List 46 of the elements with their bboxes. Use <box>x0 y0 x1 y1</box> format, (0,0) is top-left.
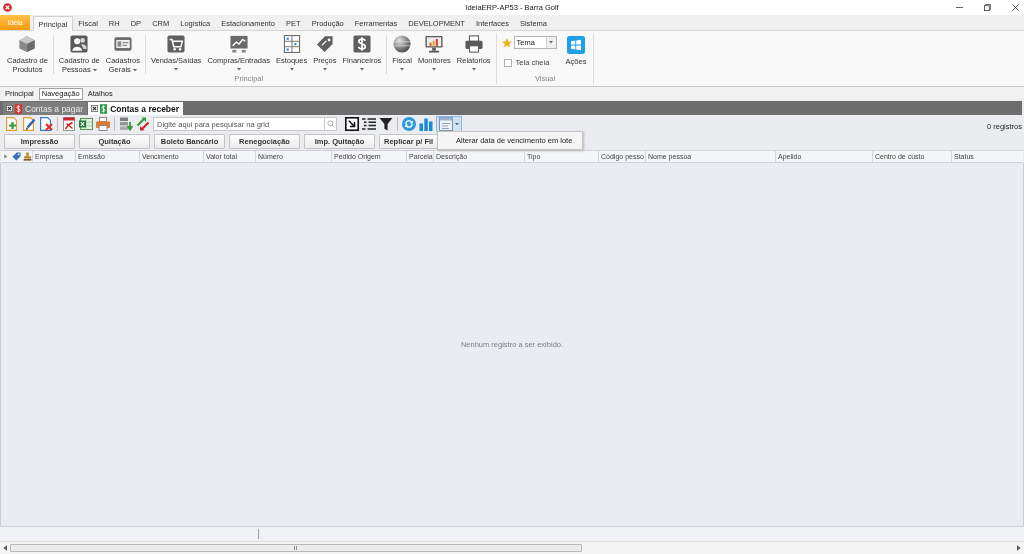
shelves-icon <box>282 35 301 53</box>
document-tab[interactable]: Contas a pagar <box>3 102 88 115</box>
id-card-icon <box>113 35 132 53</box>
search-icon <box>326 120 335 128</box>
app-logo-icon <box>3 3 12 12</box>
add-document-icon[interactable] <box>5 117 19 131</box>
refresh-icon[interactable] <box>402 117 416 131</box>
filter-icon[interactable] <box>379 117 393 131</box>
close-icon[interactable] <box>91 105 99 112</box>
horizontal-scrollbar[interactable] <box>0 541 1024 554</box>
expand-icon[interactable] <box>345 117 359 131</box>
close-icon[interactable] <box>1012 4 1019 11</box>
print-icon[interactable] <box>96 117 110 131</box>
box-icon <box>18 35 37 53</box>
star-icon <box>501 37 512 48</box>
caret-icon <box>549 41 554 44</box>
stack-arrow-icon[interactable] <box>119 117 133 131</box>
delete-icon[interactable] <box>39 117 53 131</box>
pdf-document-icon[interactable] <box>62 117 76 131</box>
window-grid-icon <box>567 36 586 54</box>
document-tab[interactable]: Contas a receber <box>88 102 184 115</box>
bar-chart-icon[interactable] <box>419 117 433 131</box>
spreadsheet-icon[interactable] <box>79 117 93 131</box>
price-tag-icon <box>315 35 334 53</box>
cart-icon <box>167 35 186 53</box>
tag-icon[interactable] <box>12 152 21 161</box>
restore-icon[interactable] <box>984 4 991 11</box>
close-icon[interactable] <box>6 105 13 112</box>
people-icon <box>70 35 89 53</box>
caret-icon <box>455 122 459 126</box>
edit-icon[interactable] <box>22 117 36 131</box>
globe-icon <box>393 35 412 53</box>
monitor-icon <box>425 35 444 53</box>
scroll-thumb[interactable] <box>10 544 582 552</box>
dollar-icon <box>352 35 371 53</box>
form-menu-button[interactable] <box>436 116 462 132</box>
tree-list-icon[interactable] <box>362 117 376 131</box>
checkbox[interactable] <box>503 58 512 67</box>
scroll-left-icon[interactable] <box>3 545 7 551</box>
minimize-icon[interactable] <box>956 4 963 11</box>
swap-arrows-icon[interactable] <box>136 117 150 131</box>
line-chart-icon <box>229 35 248 53</box>
printer-icon <box>464 35 483 53</box>
stamp-icon[interactable] <box>22 152 32 161</box>
arrow-marker-icon[interactable] <box>4 154 8 159</box>
scroll-right-icon[interactable] <box>1017 545 1021 551</box>
